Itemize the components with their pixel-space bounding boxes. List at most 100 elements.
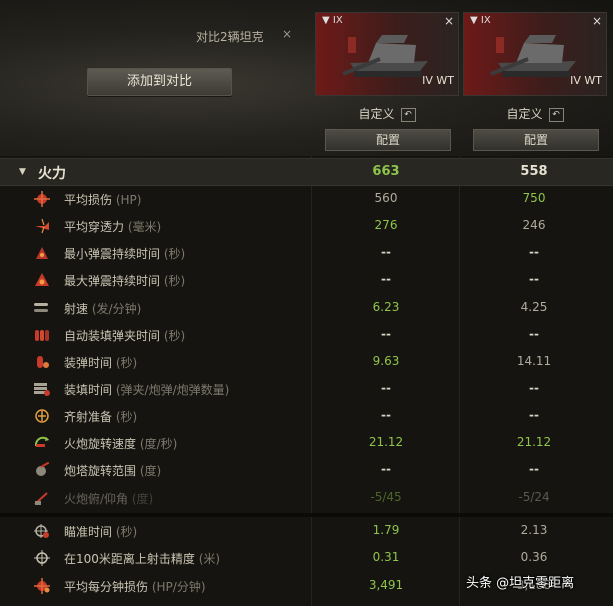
aim-time-icon bbox=[33, 523, 51, 539]
stat-unit: (度) bbox=[131, 492, 154, 506]
stat-value: -- bbox=[381, 327, 391, 341]
max-stun-icon bbox=[33, 272, 51, 288]
stat-row: 火炮旋转速度 (度/秒) 21.12 21.12 bbox=[0, 429, 613, 456]
stat-value: 14.11 bbox=[516, 354, 552, 368]
add-to-compare-button[interactable]: 添加到对比 bbox=[87, 68, 232, 96]
stat-unit: (度/秒) bbox=[139, 437, 178, 451]
vehicle-card: ▼ IX × IV WT 自定义 ↶ 配置 bbox=[463, 12, 607, 154]
stat-label: 装填时间 (弹夹/炮弹/炮弹数量) bbox=[64, 381, 229, 398]
stat-label: 平均损伤 (HP) bbox=[64, 191, 141, 208]
custom-setup: 自定义 ↶ bbox=[315, 105, 459, 122]
stat-value: -- bbox=[381, 408, 391, 422]
stat-row: 平均穿透力 (毫米) 276 246 bbox=[0, 212, 613, 239]
damage-per-minute-icon bbox=[33, 578, 51, 594]
stat-name: 平均穿透力 bbox=[64, 220, 125, 234]
stat-label: 装弹时间 (秒) bbox=[64, 354, 137, 371]
stat-name: 最大弹震持续时间 bbox=[64, 274, 161, 288]
stat-label: 炮塔旋转范围 (度) bbox=[64, 462, 161, 479]
stat-value: 2.13 bbox=[520, 523, 548, 537]
dispersion-icon bbox=[33, 550, 51, 566]
stat-name: 平均每分钟损伤 bbox=[64, 580, 149, 594]
vehicle-class-label: IV WT bbox=[422, 74, 454, 87]
stat-row: 齐射准备 (秒) -- -- bbox=[0, 402, 613, 429]
stat-value: 560 bbox=[374, 191, 398, 205]
stat-name: 火炮旋转速度 bbox=[64, 437, 137, 451]
stat-row: 射速 (发/分钟) 6.23 4.25 bbox=[0, 294, 613, 321]
average-penetration-icon bbox=[33, 218, 51, 234]
stat-name: 自动装填弹夹时间 bbox=[64, 329, 161, 343]
stat-value: -- bbox=[529, 462, 539, 476]
stat-name: 齐射准备 bbox=[64, 410, 113, 424]
stat-value: -- bbox=[381, 245, 391, 259]
reload-time-icon bbox=[33, 354, 51, 370]
clip-reload-icon bbox=[33, 381, 51, 397]
undo-icon[interactable]: ↶ bbox=[548, 107, 564, 122]
remove-vehicle-button[interactable]: × bbox=[592, 14, 602, 28]
stat-value: -- bbox=[529, 381, 539, 395]
stat-name: 装填时间 bbox=[64, 383, 113, 397]
stat-value: 0.31 bbox=[372, 550, 400, 564]
stat-unit: (弹夹/炮弹/炮弹数量) bbox=[115, 383, 230, 397]
stat-label: 射速 (发/分钟) bbox=[64, 300, 141, 317]
stat-value: 6.23 bbox=[372, 300, 400, 314]
stat-row: 装填时间 (弹夹/炮弹/炮弹数量) -- -- bbox=[0, 375, 613, 402]
stat-row: 平均损伤 (HP) 560 750 bbox=[0, 185, 613, 212]
config-button[interactable]: 配置 bbox=[325, 129, 451, 151]
stat-value: 750 bbox=[522, 191, 546, 205]
stat-label: 瞄准时间 (秒) bbox=[64, 523, 137, 540]
salvo-prep-icon bbox=[33, 408, 51, 424]
stat-name: 最小弹震持续时间 bbox=[64, 247, 161, 261]
vehicle-card: ▼ IX × IV WT 自定义 ↶ 配置 bbox=[315, 12, 459, 154]
stat-label: 平均穿透力 (毫米) bbox=[64, 218, 161, 235]
stat-value: -- bbox=[529, 408, 539, 422]
elevation-icon bbox=[33, 490, 51, 506]
collapse-arrow-icon[interactable]: ▼ bbox=[19, 167, 26, 177]
stat-value: 276 bbox=[374, 218, 398, 232]
tank-image: ▼ IX × IV WT bbox=[315, 12, 459, 96]
min-stun-icon bbox=[33, 245, 51, 261]
stat-unit: (HP) bbox=[115, 193, 142, 207]
undo-icon[interactable]: ↶ bbox=[400, 107, 416, 122]
close-compare-button[interactable]: × bbox=[282, 27, 292, 41]
section-value: 558 bbox=[520, 164, 548, 179]
stat-value: -- bbox=[381, 381, 391, 395]
stat-value: 246 bbox=[522, 218, 546, 232]
custom-setup: 自定义 ↶ bbox=[463, 105, 607, 122]
stat-value: -- bbox=[381, 272, 391, 286]
stat-value: -- bbox=[529, 245, 539, 259]
stat-label: 自动装填弹夹时间 (秒) bbox=[64, 327, 185, 344]
stat-unit: (秒) bbox=[163, 274, 186, 288]
section-firepower[interactable]: ▼ 火力 663 558 bbox=[0, 158, 613, 186]
stat-row: 最大弹震持续时间 (秒) -- -- bbox=[0, 266, 613, 293]
custom-label: 自定义 bbox=[358, 107, 395, 121]
stat-value: -- bbox=[529, 327, 539, 341]
stat-row: 在100米距离上射击精度 (米) 0.31 0.36 bbox=[0, 544, 613, 571]
stat-name: 射速 bbox=[64, 302, 89, 316]
stat-name: 炮塔旋转范围 bbox=[64, 464, 137, 478]
rate-of-fire-icon bbox=[33, 300, 51, 316]
stat-value: 4.25 bbox=[520, 300, 548, 314]
stat-row: 自动装填弹夹时间 (秒) -- -- bbox=[0, 321, 613, 348]
gun-traverse-icon bbox=[33, 435, 51, 451]
stat-unit: (秒) bbox=[163, 329, 186, 343]
stat-value: 9.63 bbox=[372, 354, 400, 368]
section-title: 火力 bbox=[38, 166, 66, 182]
section-value: 663 bbox=[372, 164, 400, 179]
stat-name: 在100米距离上射击精度 bbox=[64, 552, 195, 566]
stat-row: 瞄准时间 (秒) 1.79 2.13 bbox=[0, 517, 613, 544]
stat-unit: (秒) bbox=[115, 525, 138, 539]
stat-label: 在100米距离上射击精度 (米) bbox=[64, 550, 220, 567]
config-button[interactable]: 配置 bbox=[473, 129, 599, 151]
stat-unit: (发/分钟) bbox=[91, 302, 142, 316]
stat-value: -- bbox=[381, 462, 391, 476]
stat-name: 平均损伤 bbox=[64, 193, 113, 207]
stat-label: 火炮俯/仰角 (度) bbox=[64, 490, 153, 507]
stat-name: 火炮俯/仰角 bbox=[64, 492, 129, 506]
average-damage-icon bbox=[33, 191, 51, 207]
compare-title: 对比2辆坦克 bbox=[196, 30, 264, 44]
stat-value: 0.36 bbox=[520, 550, 548, 564]
stat-unit: (米) bbox=[198, 552, 221, 566]
stat-label: 齐射准备 (秒) bbox=[64, 408, 137, 425]
stat-label: 平均每分钟损伤 (HP/分钟) bbox=[64, 578, 206, 595]
remove-vehicle-button[interactable]: × bbox=[444, 14, 454, 28]
